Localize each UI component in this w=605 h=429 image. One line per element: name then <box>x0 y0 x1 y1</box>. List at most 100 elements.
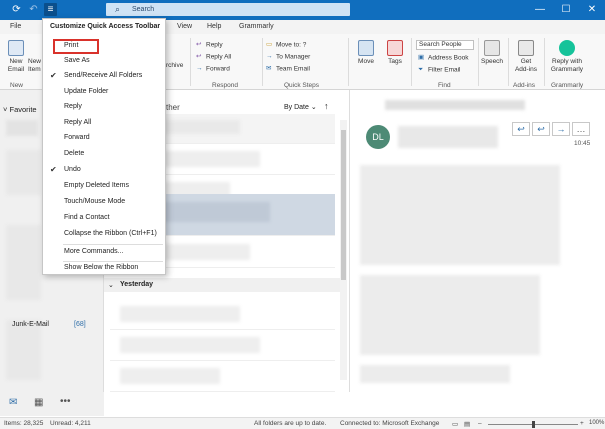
menu-item-forward[interactable]: Forward <box>43 131 165 145</box>
search-box[interactable]: ⌕ Search <box>106 3 350 16</box>
menu-item-empty-deleted[interactable]: Empty Deleted Items <box>43 179 165 193</box>
checkmark-icon: ✔ <box>50 165 57 174</box>
mail-icon[interactable]: ✉ <box>9 397 17 408</box>
group-quicksteps-label: Quick Steps <box>284 82 320 89</box>
list-item[interactable] <box>110 331 335 361</box>
more-options-icon[interactable]: … <box>572 122 590 136</box>
list-item[interactable] <box>110 300 335 330</box>
group-yesterday-label: Yesterday <box>120 281 154 288</box>
zoom-out-icon[interactable]: – <box>478 420 482 427</box>
menu-item-undo[interactable]: ✔ Undo <box>43 163 165 177</box>
quickstep-team-email[interactable]: ✉ Team Email <box>266 65 310 74</box>
menu-item-print[interactable]: Print <box>43 39 165 53</box>
menu-item-find-contact[interactable]: Find a Contact <box>43 211 165 225</box>
search-people-input[interactable]: Search People <box>416 40 474 50</box>
reply-all-icon[interactable]: ↩ <box>532 122 550 136</box>
tab-file[interactable]: File <box>10 23 21 30</box>
group-grammarly-label: Grammarly <box>551 82 584 89</box>
menu-item-more-commands[interactable]: More Commands... <box>43 245 165 259</box>
move-button[interactable]: Move <box>354 40 378 66</box>
reply-icon[interactable]: ↩ <box>512 122 530 136</box>
list-item[interactable] <box>110 362 335 392</box>
reply-button[interactable]: ↩ Reply <box>196 41 223 50</box>
more-apps-icon[interactable]: ••• <box>60 396 71 407</box>
move-to-label: Move to: ? <box>276 41 307 49</box>
quickstep-move-to[interactable]: ▭ Move to: ? <box>266 41 306 50</box>
maximize-button[interactable]: ☐ <box>553 0 579 20</box>
calendar-icon[interactable]: ▦ <box>34 397 43 408</box>
blurred-text <box>120 368 220 384</box>
new-email-label-1: New <box>9 58 23 65</box>
zoom-level[interactable]: 100% <box>589 420 604 426</box>
chevron-down-icon: ⌄ <box>108 282 114 289</box>
folder-junk[interactable]: Junk-E-Mail [68] <box>12 321 102 328</box>
get-addins-button[interactable]: Get Add-ins <box>512 40 540 74</box>
blurred-folder <box>6 120 38 136</box>
reply-with-grammarly-button[interactable]: Reply with Grammarly <box>547 40 587 74</box>
addins-label-2: Add-ins <box>514 66 538 73</box>
new-items-button[interactable]: New Item <box>28 58 42 74</box>
reply-all-label: Reply All <box>206 53 232 61</box>
unread-count: Unread: 4,211 <box>50 420 91 427</box>
ribbon-divider <box>544 38 545 86</box>
reply-all-button[interactable]: ↩ Reply All <box>196 53 231 62</box>
grammarly-icon <box>559 40 575 56</box>
group-header[interactable]: ⌄ Yesterday <box>104 278 340 292</box>
menu-item-collapse-ribbon[interactable]: Collapse the Ribbon (Ctrl+F1) <box>43 227 165 241</box>
tab-view[interactable]: View <box>177 23 192 30</box>
addins-label-1: Get <box>520 58 532 65</box>
group-find-label: Find <box>438 82 451 89</box>
menu-item-label: Empty Deleted Items <box>64 182 129 189</box>
menu-item-reply-all[interactable]: Reply All <box>43 116 165 130</box>
minimize-button[interactable]: — <box>527 0 553 20</box>
menu-item-save-as[interactable]: Save As <box>43 54 165 68</box>
sort-by-date[interactable]: By Date ⌄ <box>284 103 317 111</box>
menu-item-update-folder[interactable]: Update Folder <box>43 85 165 99</box>
customize-qat-icon[interactable]: ≡ <box>44 3 57 16</box>
zoom-in-icon[interactable]: + <box>580 420 584 427</box>
quickstep-to-manager[interactable]: → To Manager <box>266 53 310 62</box>
filter-email-button[interactable]: ⏷ Filter Email <box>418 66 461 75</box>
message-time: 10:45 <box>574 140 591 147</box>
tab-help[interactable]: Help <box>207 23 221 30</box>
ribbon-divider <box>478 38 479 86</box>
flag-icon <box>387 40 403 56</box>
speech-icon <box>484 40 500 56</box>
scrollbar-thumb[interactable] <box>341 130 346 280</box>
group-addins-label: Add-ins <box>513 82 536 89</box>
send-receive-icon[interactable]: ⟳ <box>10 3 23 16</box>
filter-icon: ⏷ <box>418 66 424 73</box>
tab-grammarly[interactable]: Grammarly <box>239 23 274 30</box>
forward-button[interactable]: → Forward <box>196 65 230 74</box>
zoom-slider[interactable] <box>488 421 578 428</box>
tags-button[interactable]: Tags <box>384 40 406 66</box>
menu-item-touch-mouse[interactable]: Touch/Mouse Mode <box>43 195 165 209</box>
favorites-header[interactable]: ˅ Favorite <box>3 105 37 114</box>
archive-button[interactable]: rchive <box>166 62 183 70</box>
scrollbar[interactable] <box>340 120 347 380</box>
view-normal-icon[interactable]: ▭ <box>452 420 458 428</box>
zoom-slider-thumb[interactable] <box>532 421 535 428</box>
forward-icon: → <box>196 65 203 72</box>
chevron-down-icon: ⌄ <box>310 104 317 111</box>
sender-avatar[interactable]: DL <box>366 125 390 149</box>
sort-direction-icon[interactable]: ↑ <box>324 101 329 111</box>
undo-icon[interactable]: ↶ <box>27 3 40 16</box>
speech-button[interactable]: Speech <box>481 40 503 66</box>
connection-status: Connected to: Microsoft Exchange <box>340 420 440 427</box>
view-reading-icon[interactable]: ▤ <box>464 420 470 428</box>
new-email-button[interactable]: New Email <box>5 40 27 74</box>
close-button[interactable]: ✕ <box>579 0 605 20</box>
menu-item-label: Collapse the Ribbon (Ctrl+F1) <box>64 230 157 237</box>
menu-item-show-below-ribbon[interactable]: Show Below the Ribbon <box>43 261 165 275</box>
forward-icon[interactable]: → <box>552 122 570 136</box>
move-label: Move <box>358 58 374 65</box>
status-bar: Items: 28,325 Unread: 4,211 All folders … <box>0 417 605 429</box>
menu-item-reply[interactable]: Reply <box>43 100 165 114</box>
new-items-label-2: Item <box>28 66 41 73</box>
ribbon-divider <box>411 38 412 86</box>
address-book-button[interactable]: ▣ Address Book <box>418 54 468 63</box>
menu-item-label: Send/Receive All Folders <box>64 72 143 79</box>
menu-item-delete[interactable]: Delete <box>43 147 165 161</box>
menu-item-send-receive[interactable]: ✔ Send/Receive All Folders <box>43 69 165 83</box>
